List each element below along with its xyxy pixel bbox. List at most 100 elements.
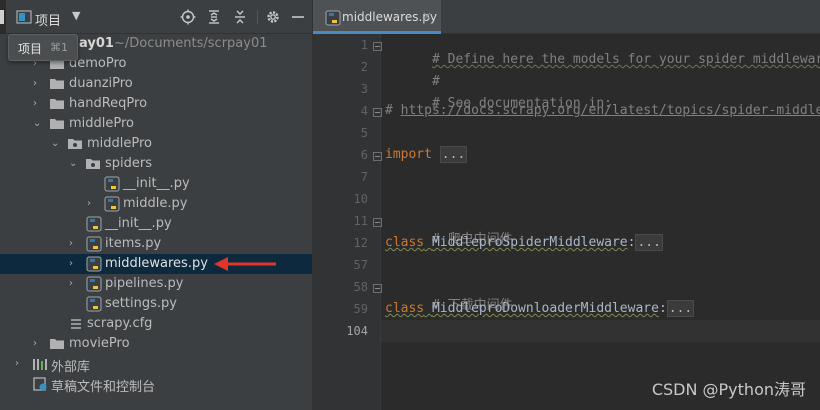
- tree-label: moviePro: [69, 336, 130, 351]
- project-tooltip: 项目 ⌘1: [8, 34, 78, 61]
- tree-row-middle-py[interactable]: › middle.py: [0, 194, 312, 214]
- python-file-icon: [104, 196, 120, 212]
- folded-region[interactable]: ...: [666, 300, 695, 317]
- tree-row-moviepro[interactable]: › moviePro: [0, 334, 312, 354]
- line-number: 5: [360, 126, 368, 140]
- keyword-class: class: [385, 301, 425, 316]
- folder-icon: [50, 119, 64, 129]
- python-file-icon: [86, 276, 102, 292]
- chevron-right-icon[interactable]: ›: [33, 98, 43, 110]
- tree-row-middlepro[interactable]: ⌄ middlePro: [0, 114, 312, 134]
- docs-link[interactable]: https://docs.scrapy.org/en/latest/topics…: [401, 103, 820, 118]
- chevron-down-icon[interactable]: ▼: [72, 9, 80, 22]
- code-line-59: class MiddleproDownloaderMiddleware:...: [385, 300, 695, 317]
- line-number: 2: [360, 60, 368, 74]
- collapse-all-icon[interactable]: [232, 9, 248, 25]
- root-project-name: ay01: [79, 36, 114, 51]
- line-number: 1: [360, 38, 368, 52]
- tree-row-spiders-init[interactable]: __init__.py: [0, 174, 312, 194]
- folded-region[interactable]: ...: [439, 146, 468, 163]
- chevron-right-icon[interactable]: ›: [33, 338, 43, 350]
- chevron-right-icon[interactable]: ›: [87, 198, 97, 210]
- tree-row-spiders[interactable]: ⌄ spiders: [0, 154, 312, 174]
- keyword-class: class: [385, 235, 425, 250]
- tree-label: 外部库: [51, 360, 91, 375]
- tree-row-scratches[interactable]: 草稿文件和控制台: [0, 374, 312, 395]
- project-header: 项目 ▼: [0, 0, 312, 34]
- tree-label: middlewares.py: [105, 256, 208, 271]
- chevron-down-icon[interactable]: ⌄: [69, 158, 79, 170]
- project-window-icon: [16, 10, 32, 24]
- tree-row-scrapy-cfg[interactable]: scrapy.cfg: [0, 314, 312, 334]
- class-name: MiddleproSpiderMiddleware: [431, 235, 628, 250]
- keyword-import: import: [385, 147, 432, 162]
- hide-panel-icon[interactable]: [290, 9, 306, 25]
- library-icon: [33, 359, 47, 370]
- root-project-path: ~/Documents/scrpay01: [114, 36, 268, 51]
- chevron-right-icon[interactable]: ›: [69, 258, 79, 270]
- code-area[interactable]: # Define here the models for your spider…: [381, 34, 820, 410]
- folded-region[interactable]: ...: [635, 234, 663, 251]
- line-number: 3: [360, 82, 368, 96]
- tree-label: middle.py: [123, 196, 188, 211]
- line-number: 11: [353, 214, 368, 228]
- line-number: 4: [360, 104, 368, 118]
- tree-row-settings[interactable]: settings.py: [0, 294, 312, 314]
- project-view-title[interactable]: 项目: [35, 10, 61, 29]
- expand-all-icon[interactable]: [206, 9, 222, 25]
- tree-label: duanziPro: [69, 76, 133, 91]
- line-number: 6: [360, 148, 368, 162]
- tree-label: scrapy.cfg: [87, 316, 153, 331]
- tree-row-init[interactable]: __init__.py: [0, 214, 312, 234]
- tree-label: 草稿文件和控制台: [51, 380, 156, 395]
- python-file-icon: [86, 236, 102, 252]
- config-file-icon: [71, 319, 81, 329]
- line-number-gutter: 1 2 3 4 5 6 7 10 11 12 57 58 59 104: [313, 34, 382, 410]
- header-divider: [257, 10, 258, 24]
- chevron-down-icon[interactable]: ⌄: [51, 138, 61, 150]
- editor-tab-bar: middlewares.py ×: [313, 0, 820, 34]
- tree-label: handReqPro: [69, 96, 148, 111]
- folder-icon: [50, 99, 64, 109]
- watermark: CSDN @Python涛哥: [651, 380, 806, 399]
- code-line-7: import ...: [385, 146, 468, 163]
- gear-icon[interactable]: [265, 9, 281, 25]
- tree-row-external-libraries[interactable]: › 外部库: [0, 354, 312, 375]
- class-colon: :: [658, 301, 667, 316]
- tree-label: items.py: [105, 236, 162, 251]
- chevron-right-icon[interactable]: ›: [69, 238, 79, 250]
- tree-row-handreqpro[interactable]: › handReqPro: [0, 94, 312, 114]
- package-folder-icon: [86, 159, 100, 169]
- code-comment: #: [385, 103, 401, 118]
- tree-row-items[interactable]: › items.py: [0, 234, 312, 254]
- chevron-down-icon[interactable]: ⌄: [33, 118, 43, 130]
- tooltip-shortcut: ⌘1: [50, 41, 68, 54]
- tree-label: __init__.py: [105, 216, 172, 231]
- tree-label: middlePro: [87, 136, 153, 151]
- code-line-12: class MiddleproSpiderMiddleware:...: [385, 234, 663, 251]
- line-number: 57: [353, 258, 368, 272]
- code-comment: # Define here the models for your spider…: [431, 52, 820, 67]
- tree-row-middlepro-package[interactable]: ⌄ middlePro: [0, 134, 312, 154]
- locate-file-icon[interactable]: [180, 9, 196, 25]
- chevron-right-icon[interactable]: ›: [15, 358, 25, 370]
- python-file-icon: [86, 296, 102, 312]
- python-file-icon: [104, 176, 120, 192]
- scratches-icon: [33, 377, 47, 391]
- project-tool-window: 项目 ▼ 项目 ⌘1 ay01 ~/Documents/scrpay01 › d…: [0, 0, 312, 410]
- tab-middlewares-py[interactable]: middlewares.py ×: [313, 0, 441, 34]
- tree-label: pipelines.py: [105, 276, 184, 291]
- side-stripe: [0, 0, 6, 34]
- tree-row-pipelines[interactable]: › pipelines.py: [0, 274, 312, 294]
- chevron-right-icon[interactable]: ›: [69, 278, 79, 290]
- close-icon[interactable]: ×: [422, 9, 432, 23]
- line-number: 12: [353, 236, 368, 250]
- line-number: 7: [360, 170, 368, 184]
- chevron-right-icon[interactable]: ›: [33, 78, 43, 90]
- tooltip-text: 项目: [18, 42, 43, 56]
- tree-label: __init__.py: [123, 176, 190, 191]
- folder-icon: [50, 79, 64, 89]
- line-number: 10: [353, 192, 368, 206]
- code-line-4: # https://docs.scrapy.org/en/latest/topi…: [385, 103, 820, 118]
- tree-row-duanzipro[interactable]: › duanziPro: [0, 74, 312, 94]
